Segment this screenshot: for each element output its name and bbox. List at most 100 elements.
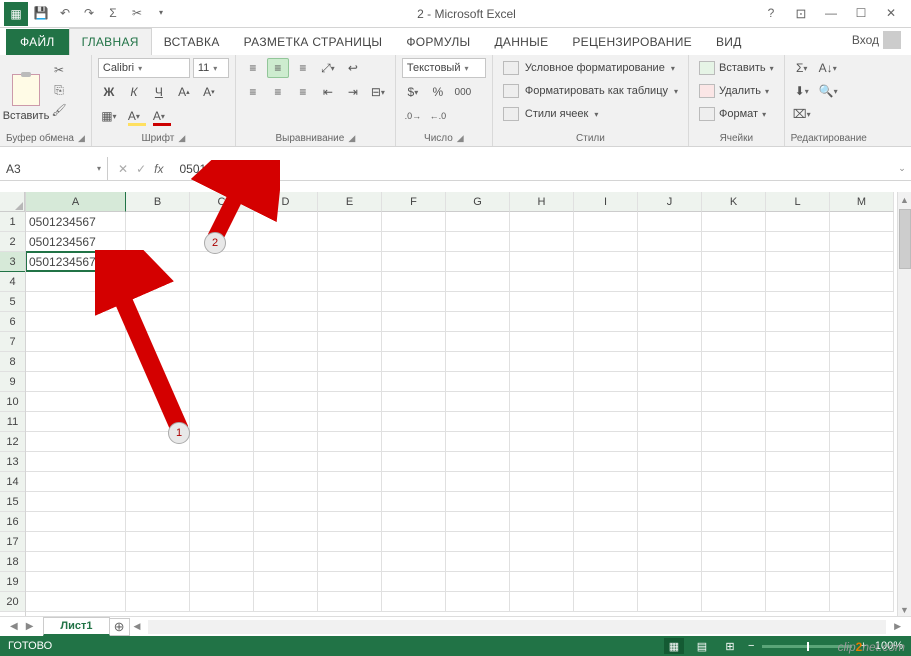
cell-H7[interactable]	[510, 332, 574, 352]
cell-A8[interactable]	[26, 352, 126, 372]
cell-I1[interactable]	[574, 212, 638, 232]
cell-G14[interactable]	[446, 472, 510, 492]
formula-input[interactable]: 0501234567	[173, 162, 893, 176]
col-header-I[interactable]: I	[574, 192, 638, 212]
cell-B1[interactable]	[126, 212, 190, 232]
cell-H16[interactable]	[510, 512, 574, 532]
cell-A3[interactable]: 0501234567	[26, 252, 126, 272]
cell-C10[interactable]	[190, 392, 254, 412]
cell-G6[interactable]	[446, 312, 510, 332]
cell-B4[interactable]	[126, 272, 190, 292]
cell-I17[interactable]	[574, 532, 638, 552]
cell-B13[interactable]	[126, 452, 190, 472]
cell-F9[interactable]	[382, 372, 446, 392]
cell-J6[interactable]	[638, 312, 702, 332]
cell-E17[interactable]	[318, 532, 382, 552]
cell-M7[interactable]	[830, 332, 894, 352]
redo-icon[interactable]: ↷	[78, 2, 100, 24]
cell-M4[interactable]	[830, 272, 894, 292]
tab-view[interactable]: ВИД	[704, 29, 754, 55]
increase-indent-button[interactable]: ⇥	[342, 82, 364, 102]
cell-C20[interactable]	[190, 592, 254, 612]
clear-button[interactable]: ⌧▾	[791, 104, 813, 124]
scroll-thumb[interactable]	[899, 209, 911, 269]
cell-A15[interactable]	[26, 492, 126, 512]
sign-in[interactable]: Вход	[842, 25, 911, 55]
cell-F17[interactable]	[382, 532, 446, 552]
cell-I9[interactable]	[574, 372, 638, 392]
cell-A16[interactable]	[26, 512, 126, 532]
col-header-C[interactable]: C	[190, 192, 254, 212]
cell-E10[interactable]	[318, 392, 382, 412]
format-painter-button[interactable]: 🖌	[49, 101, 69, 119]
page-break-view-icon[interactable]: ⊞	[720, 638, 740, 654]
cell-B16[interactable]	[126, 512, 190, 532]
cell-C3[interactable]	[190, 252, 254, 272]
cell-K8[interactable]	[702, 352, 766, 372]
cell-L3[interactable]	[766, 252, 830, 272]
normal-view-icon[interactable]: ▦	[664, 638, 684, 654]
horizontal-scrollbar[interactable]: ◀ ▶	[130, 620, 911, 634]
shrink-font-button[interactable]: A▾	[198, 82, 220, 102]
cell-A9[interactable]	[26, 372, 126, 392]
cell-G18[interactable]	[446, 552, 510, 572]
cell-B5[interactable]	[126, 292, 190, 312]
cell-F4[interactable]	[382, 272, 446, 292]
cell-A18[interactable]	[26, 552, 126, 572]
col-header-A[interactable]: A	[26, 192, 126, 212]
align-left-button[interactable]: ≡	[242, 82, 264, 102]
cell-I11[interactable]	[574, 412, 638, 432]
number-format-combo[interactable]: Текстовый▾	[402, 58, 486, 78]
cell-J11[interactable]	[638, 412, 702, 432]
cell-M11[interactable]	[830, 412, 894, 432]
cell-F15[interactable]	[382, 492, 446, 512]
cell-B12[interactable]	[126, 432, 190, 452]
scroll-up-icon[interactable]: ▲	[898, 192, 911, 208]
cell-C1[interactable]	[190, 212, 254, 232]
conditional-formatting-button[interactable]: Условное форматирование▾	[499, 58, 682, 78]
align-middle-button[interactable]: ≡	[267, 58, 289, 78]
cell-E12[interactable]	[318, 432, 382, 452]
bold-button[interactable]: Ж	[98, 82, 120, 102]
row-header-1[interactable]: 1	[0, 212, 25, 232]
cell-L1[interactable]	[766, 212, 830, 232]
cell-K18[interactable]	[702, 552, 766, 572]
cell-D16[interactable]	[254, 512, 318, 532]
enter-formula-icon[interactable]: ✓	[136, 162, 146, 176]
row-header-14[interactable]: 14	[0, 472, 25, 492]
cell-I4[interactable]	[574, 272, 638, 292]
row-header-3[interactable]: 3	[0, 252, 25, 272]
tab-file[interactable]: ФАЙЛ	[6, 29, 69, 55]
cell-C15[interactable]	[190, 492, 254, 512]
cell-L18[interactable]	[766, 552, 830, 572]
cell-K13[interactable]	[702, 452, 766, 472]
cell-L8[interactable]	[766, 352, 830, 372]
hscroll-right-icon[interactable]: ▶	[890, 621, 905, 632]
paste-button[interactable]: Вставить	[6, 58, 46, 122]
cell-E6[interactable]	[318, 312, 382, 332]
cell-E14[interactable]	[318, 472, 382, 492]
row-header-16[interactable]: 16	[0, 512, 25, 532]
close-icon[interactable]: ✕	[881, 6, 901, 22]
sort-filter-button[interactable]: A↓▾	[816, 58, 840, 78]
cell-E2[interactable]	[318, 232, 382, 252]
cell-C14[interactable]	[190, 472, 254, 492]
cell-A6[interactable]	[26, 312, 126, 332]
cell-H6[interactable]	[510, 312, 574, 332]
sum-icon[interactable]: Σ	[102, 2, 124, 24]
cell-D1[interactable]	[254, 212, 318, 232]
cell-F11[interactable]	[382, 412, 446, 432]
cell-M8[interactable]	[830, 352, 894, 372]
cell-D6[interactable]	[254, 312, 318, 332]
cell-L2[interactable]	[766, 232, 830, 252]
cell-G12[interactable]	[446, 432, 510, 452]
row-header-9[interactable]: 9	[0, 372, 25, 392]
cell-G5[interactable]	[446, 292, 510, 312]
cell-J13[interactable]	[638, 452, 702, 472]
cell-J4[interactable]	[638, 272, 702, 292]
row-header-10[interactable]: 10	[0, 392, 25, 412]
tab-formulas[interactable]: ФОРМУЛЫ	[394, 29, 482, 55]
increase-decimal-button[interactable]: .0→	[402, 106, 424, 126]
cell-H3[interactable]	[510, 252, 574, 272]
cell-I5[interactable]	[574, 292, 638, 312]
